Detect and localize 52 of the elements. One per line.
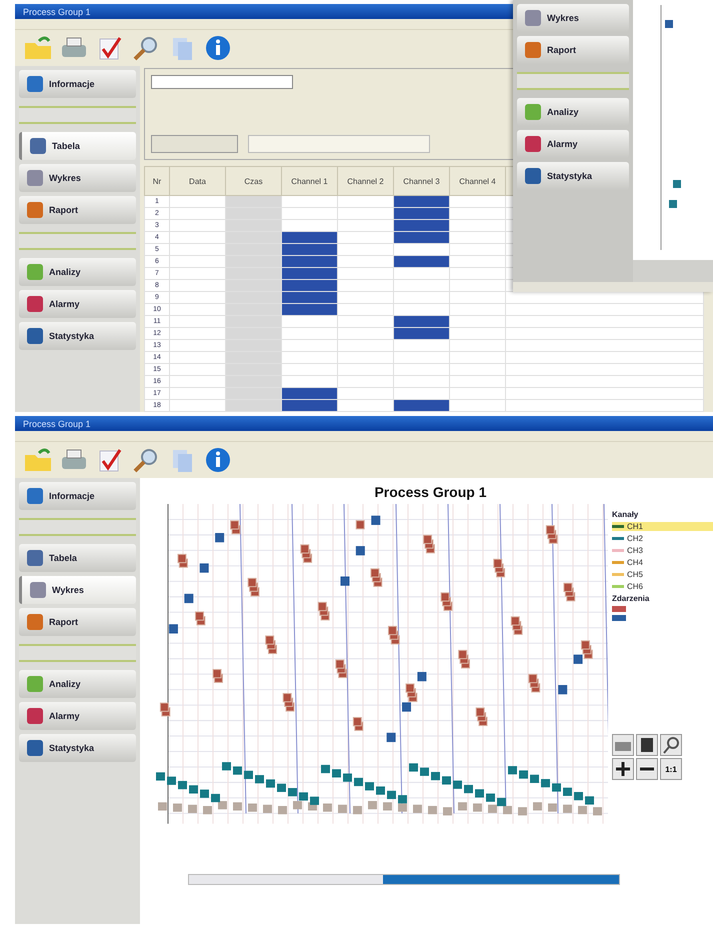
minus-icon[interactable]	[636, 758, 658, 780]
sidebar-button[interactable]: Raport	[517, 36, 629, 64]
legend-label: CH1	[627, 522, 644, 531]
legend-item[interactable]: CH3	[612, 546, 713, 555]
plus-icon[interactable]	[612, 758, 634, 780]
scroll-bar[interactable]	[188, 874, 620, 885]
zoom-reset-button[interactable]: 1:1	[660, 758, 682, 780]
sidebar-button[interactable]: Informacje	[19, 70, 136, 98]
filter-button[interactable]	[151, 135, 238, 153]
sidebar-button[interactable]: Analizy	[19, 258, 136, 286]
sidebar-button[interactable]: Statystyka	[19, 734, 136, 762]
legend-label: CH5	[627, 570, 644, 579]
sidebar-button[interactable]: Alarmy	[517, 130, 629, 158]
sidebar-button[interactable]: Alarmy	[19, 290, 136, 318]
column-header: Nr	[144, 166, 170, 196]
legend-label: CH6	[627, 582, 644, 591]
sidebar-button[interactable]: Tabela	[19, 544, 136, 572]
column-header: Channel 3	[394, 166, 450, 196]
window-title: Process Group 1	[23, 6, 91, 16]
sidebar-button[interactable]: Alarmy	[19, 702, 136, 730]
chart-title: Process Group 1	[373, 483, 488, 502]
legend-item[interactable]: CH2	[612, 534, 713, 543]
sidebar-button[interactable]: Analizy	[19, 670, 136, 698]
column-header: Channel 1	[282, 166, 338, 196]
sidebar-button[interactable]: Raport	[19, 196, 136, 224]
folder-icon[interactable]	[23, 447, 53, 473]
sidebar-button[interactable]: Statystyka	[19, 322, 136, 350]
window-title: Process Group 1	[23, 418, 91, 428]
sidebar-button[interactable]: Tabela	[19, 132, 136, 160]
column-header: Czas	[226, 166, 282, 196]
legend-item[interactable]: CH1	[612, 522, 713, 531]
sidebar-button[interactable]: Raport	[19, 608, 136, 636]
sidebar-button[interactable]: Wykres	[19, 164, 136, 192]
column-header: Data	[170, 166, 226, 196]
legend-label: CH3	[627, 546, 644, 555]
legend-item[interactable]: CH6	[612, 582, 713, 591]
sidebar-button[interactable]: Wykres	[517, 4, 629, 32]
sidebar-button[interactable]: Statystyka	[517, 162, 629, 190]
column-header: Channel 2	[338, 166, 394, 196]
legend-label: CH2	[627, 534, 644, 543]
sidebar-button[interactable]: Analizy	[517, 98, 629, 126]
sidebar-button[interactable]: Wykres	[19, 576, 136, 604]
legend-item[interactable]: CH4	[612, 558, 713, 567]
column-header: Channel 4	[450, 166, 506, 196]
legend-label: CH4	[627, 558, 644, 567]
legend-title: Zdarzenia	[612, 594, 650, 603]
legend-title: Kanały	[612, 510, 640, 519]
folder-icon[interactable]	[23, 35, 53, 61]
search-icon[interactable]	[660, 734, 682, 756]
legend-item[interactable]: CH5	[612, 570, 713, 579]
dropdown-field[interactable]	[151, 75, 293, 89]
sidebar-button[interactable]: Informacje	[19, 482, 136, 510]
